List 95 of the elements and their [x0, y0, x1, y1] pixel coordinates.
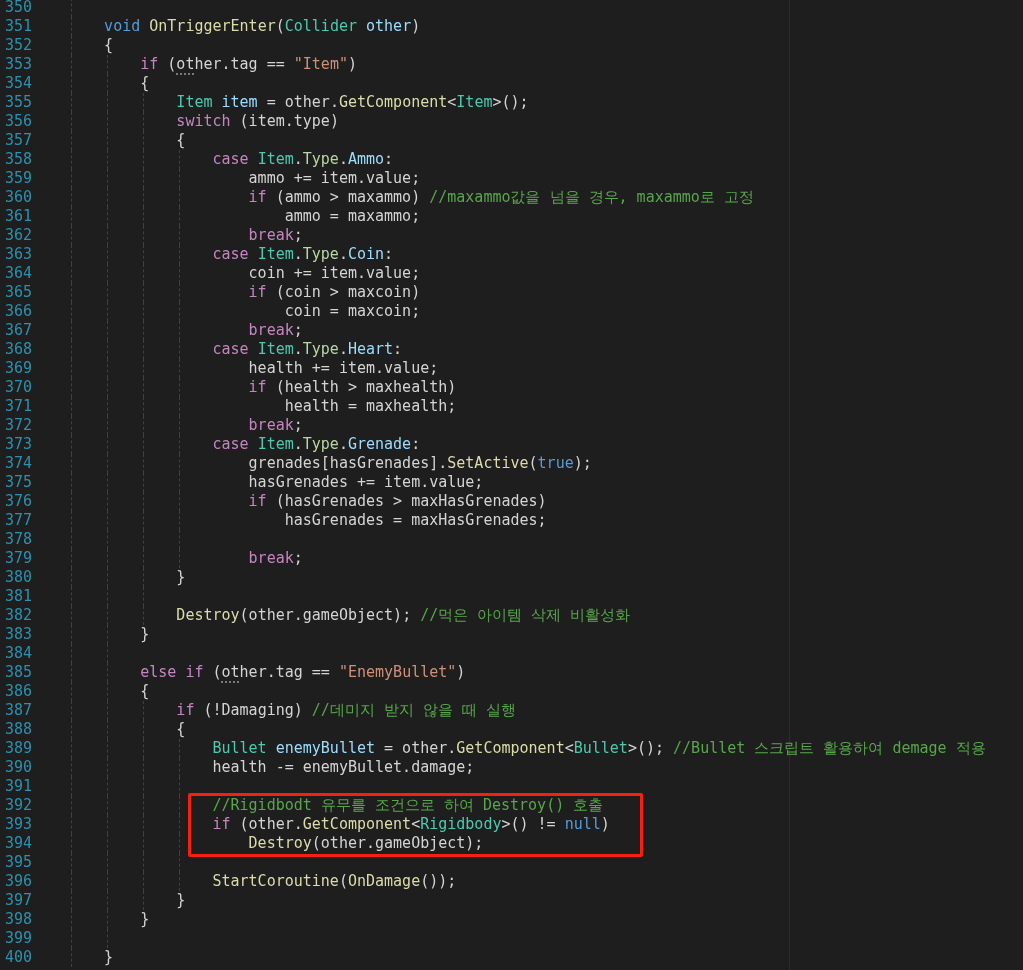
code-line: if (other.GetComponent<Rigidbody>() != null) [212, 814, 610, 836]
code-line: coin += item.value; [248, 263, 421, 285]
line-number: 382 [4, 605, 34, 627]
code-line: if (hasGrenades > maxHasGrenades) [248, 491, 547, 513]
line-number: 379 [4, 548, 34, 570]
line-number: 370 [4, 377, 34, 399]
code-line: } [140, 909, 150, 931]
line-number: 384 [4, 643, 34, 665]
line-number: 395 [4, 852, 34, 874]
line-number: 360 [4, 187, 34, 209]
line-number: 353 [4, 54, 34, 76]
line-number: 361 [4, 206, 34, 228]
code-line: { [104, 35, 114, 57]
code-line: if (coin > maxcoin) [248, 282, 421, 304]
line-number: 367 [4, 320, 34, 342]
line-number: 394 [4, 833, 34, 855]
code-line: case Item.Type.Heart: [212, 339, 403, 361]
code-line: case Item.Type.Coin: [212, 244, 394, 266]
line-number: 396 [4, 871, 34, 893]
line-number: 366 [4, 301, 34, 323]
line-number: 399 [4, 928, 34, 950]
code-line: if (health > maxhealth) [248, 377, 457, 399]
code-line: ammo += item.value; [248, 168, 421, 190]
line-number: 359 [4, 168, 34, 190]
line-number: 390 [4, 757, 34, 779]
line-number: 372 [4, 415, 34, 437]
line-number: 387 [4, 700, 34, 722]
line-number: 391 [4, 776, 34, 798]
code-line: break; [248, 415, 303, 437]
code-line: case Item.Type.Ammo: [212, 149, 394, 171]
line-number: 364 [4, 263, 34, 285]
line-number: 393 [4, 814, 34, 836]
code-line: Destroy(other.gameObject); //먹은 아이템 삭제 비활성화 [176, 605, 631, 627]
line-number: 351 [4, 16, 34, 38]
code-line: { [140, 73, 150, 95]
line-number: 398 [4, 909, 34, 931]
code-line: Bullet enemyBullet = other.GetComponent<Bullet>(); //Bullet 스크립트 활용하여 demage 적용 [212, 738, 986, 760]
line-number: 369 [4, 358, 34, 380]
code-line: coin = maxcoin; [284, 301, 421, 323]
line-number: 350 [4, 0, 34, 19]
line-number: 392 [4, 795, 34, 817]
code-line: ammo = maxammo; [284, 206, 421, 228]
line-number: 383 [4, 624, 34, 646]
code-line: else if (other.tag == "EnemyBullet") [140, 662, 466, 684]
code-line: } [104, 947, 114, 969]
code-line: if (other.tag == "Item") [140, 54, 357, 76]
line-number: 380 [4, 567, 34, 589]
code-line: case Item.Type.Grenade: [212, 434, 421, 456]
line-number: 381 [4, 586, 34, 608]
code-line: { [176, 719, 186, 741]
line-number: 388 [4, 719, 34, 741]
line-number: 356 [4, 111, 34, 133]
code-line: break; [248, 548, 303, 570]
line-number: 355 [4, 92, 34, 114]
code-line: hasGrenades = maxHasGrenades; [284, 510, 547, 532]
code-line: health -= enemyBullet.damage; [212, 757, 475, 779]
line-number: 363 [4, 244, 34, 266]
code-line: health += item.value; [248, 358, 439, 380]
line-number: 397 [4, 890, 34, 912]
code-line: } [176, 567, 186, 589]
code-line: hasGrenades += item.value; [248, 472, 484, 494]
code-line: grenades[hasGrenades].SetActive(true); [248, 453, 592, 475]
code-line: } [140, 624, 150, 646]
line-number: 365 [4, 282, 34, 304]
line-number: 362 [4, 225, 34, 247]
code-line: void OnTriggerEnter(Collider other) [104, 16, 421, 38]
code-line: break; [248, 225, 303, 247]
code-line: switch (item.type) [176, 111, 339, 133]
code-line: Item item = other.GetComponent<Item>(); [176, 92, 529, 114]
line-number: 385 [4, 662, 34, 684]
line-number: 371 [4, 396, 34, 418]
line-number: 376 [4, 491, 34, 513]
code-line: Destroy(other.gameObject); [248, 833, 484, 855]
code-line: health = maxhealth; [284, 396, 457, 418]
line-number: 400 [4, 947, 34, 969]
line-number: 377 [4, 510, 34, 532]
line-number: 357 [4, 130, 34, 152]
code-line: //Rigidbodt 유무를 조건으로 하여 Destroy() 호출 [212, 795, 604, 817]
code-line: if (!Damaging) //데미지 받지 않을 때 실행 [176, 700, 516, 722]
line-number: 386 [4, 681, 34, 703]
code-line: } [176, 890, 186, 912]
line-number: 373 [4, 434, 34, 456]
line-number: 358 [4, 149, 34, 171]
line-number: 389 [4, 738, 34, 760]
line-number: 374 [4, 453, 34, 475]
line-number: 354 [4, 73, 34, 95]
code-line: { [176, 130, 186, 152]
code-line: break; [248, 320, 303, 342]
line-number: 352 [4, 35, 34, 57]
line-number: 375 [4, 472, 34, 494]
code-line: { [140, 681, 150, 703]
code-line: if (ammo > maxammo) //maxammo값을 넘을 경우, maxammo로 고정 [248, 187, 754, 209]
code-line: StartCoroutine(OnDamage()); [212, 871, 457, 893]
line-number: 368 [4, 339, 34, 361]
line-number: 378 [4, 529, 34, 551]
